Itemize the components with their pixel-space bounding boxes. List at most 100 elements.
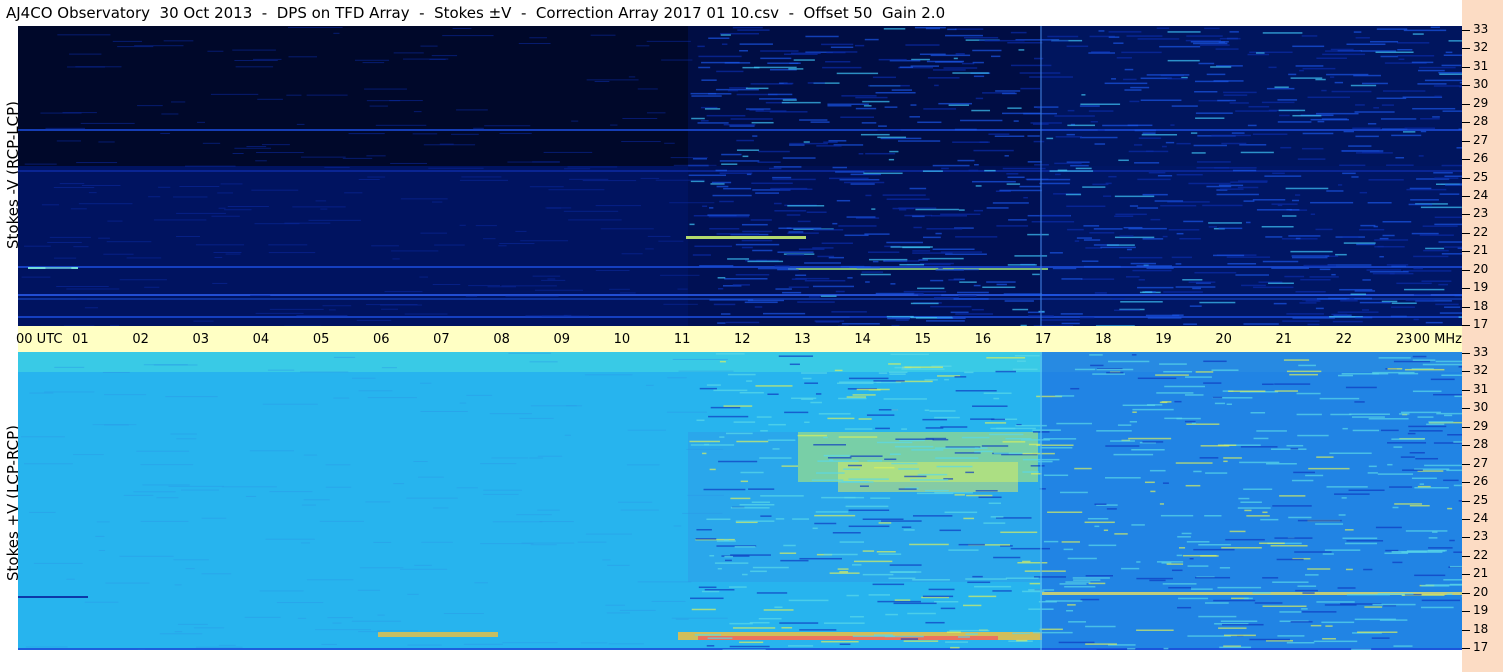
frequency-tick-label: 33 — [1473, 345, 1489, 359]
spectrogram-noise — [1144, 481, 1155, 484]
spectrogram-noise — [744, 301, 778, 304]
spectrogram-noise — [1337, 374, 1353, 377]
spectrogram-noise — [1301, 147, 1324, 150]
frequency-tick-label: 23 — [1473, 206, 1489, 221]
spectrogram-noise — [1108, 36, 1120, 38]
spectrogram-noise — [968, 595, 997, 598]
spectrogram-noise — [1261, 225, 1294, 228]
spectrogram-noise — [647, 235, 671, 237]
spectrogram-noise — [1405, 299, 1435, 301]
spectrogram-noise — [1271, 448, 1307, 450]
spectrogram-noise — [1395, 157, 1405, 159]
spectrogram-noise — [1027, 135, 1040, 137]
spectrogram-noise — [694, 634, 722, 636]
spectrogram-noise — [813, 444, 846, 446]
spectrogram-noise — [774, 265, 790, 267]
spectrogram-noise — [1305, 300, 1321, 302]
spectrogram-noise — [760, 495, 804, 497]
spectrogram-noise — [1273, 302, 1287, 305]
frequency-tick-mark — [1462, 140, 1470, 142]
spectrogram-noise — [698, 55, 742, 58]
spectrogram-noise — [1029, 582, 1041, 585]
spectrogram-noise — [303, 499, 330, 501]
spectrogram-noise — [367, 176, 386, 178]
spectrogram-noise — [836, 72, 879, 75]
spectrogram-noise — [709, 554, 715, 557]
spectrogram-noise — [160, 132, 170, 134]
spectrogram-noise — [1120, 301, 1163, 303]
spectrogram-noise — [1118, 159, 1129, 162]
spectrogram-noise — [706, 384, 721, 386]
spectrogram-noise — [1290, 77, 1323, 79]
spectrogram-noise — [1188, 182, 1231, 185]
spectrogram-noise — [1006, 173, 1019, 175]
spectrogram-noise — [1315, 228, 1333, 231]
spectrogram-noise — [841, 95, 877, 97]
spectrogram-noise — [669, 202, 715, 204]
spectrogram-noise — [919, 53, 946, 56]
spectrogram-noise — [365, 501, 391, 503]
spectrogram-noise — [1322, 553, 1334, 555]
spectrogram-noise — [400, 198, 448, 200]
spectrogram-noise — [637, 581, 692, 583]
spectrogram-noise — [1400, 456, 1415, 458]
spectrogram-noise — [984, 169, 996, 172]
spectrogram-noise — [958, 636, 970, 638]
spectrogram-noise — [358, 179, 380, 181]
spectrogram-noise — [1443, 54, 1462, 56]
spectrogram-noise — [1380, 55, 1399, 58]
spectrogram-noise — [994, 135, 1025, 138]
spectrogram-noise — [1352, 127, 1381, 130]
spectrogram-noise — [1252, 199, 1286, 201]
spectrogram-noise — [901, 368, 945, 370]
spectrogram-band — [838, 462, 1018, 492]
spectrogram-noise — [245, 495, 257, 497]
spectrogram-noise — [1160, 514, 1194, 517]
spectrogram-noise — [1235, 274, 1270, 276]
spectrogram-noise — [366, 100, 401, 102]
spectrogram-noise — [1178, 597, 1209, 600]
spectrogram-noise — [296, 123, 305, 125]
spectrogram-noise — [1088, 110, 1114, 112]
spectrogram-noise — [704, 589, 735, 591]
spectrogram-noise — [741, 239, 773, 242]
frequency-tick-mark — [1462, 445, 1470, 447]
spectrogram-noise — [1204, 27, 1220, 30]
spectrogram-noise — [1137, 286, 1174, 289]
spectrogram-noise — [201, 573, 232, 575]
spectrogram-noise — [1391, 306, 1415, 308]
spectrogram-noise — [940, 607, 956, 610]
spectrogram-noise — [1443, 579, 1462, 581]
spectrogram-noise — [955, 52, 965, 55]
spectrogram-noise — [300, 156, 346, 158]
time-tick: 12 — [734, 332, 751, 347]
spectrogram-noise — [1424, 79, 1462, 82]
spectrogram-noise — [1090, 120, 1098, 123]
spectrogram-noise — [1446, 469, 1462, 472]
spectrogram-noise — [1345, 386, 1377, 389]
spectrogram-noise — [890, 571, 922, 573]
spectrogram-noise — [1149, 579, 1166, 582]
spectrogram-noise — [1262, 511, 1268, 514]
spectrogram-noise — [1211, 369, 1239, 371]
spectrogram-noise — [1353, 74, 1381, 77]
spectrogram-noise — [185, 568, 195, 570]
spectrogram-noise — [910, 302, 939, 305]
spectrogram-noise — [571, 120, 579, 122]
spectrogram-noise — [1194, 90, 1218, 93]
spectrogram-noise — [1310, 213, 1316, 216]
spectrogram-noise — [1061, 278, 1083, 280]
spectrogram-noise — [797, 301, 835, 303]
spectrogram-noise — [1046, 137, 1054, 140]
spectrogram-noise — [814, 514, 856, 517]
spectrogram-noise — [1221, 547, 1262, 549]
frequency-tick-mark — [1462, 159, 1470, 161]
frequency-tick-mark — [1462, 482, 1470, 484]
spectrogram-noise — [1177, 536, 1191, 538]
spectrogram-noise — [868, 258, 908, 261]
spectrogram-noise — [716, 233, 760, 235]
spectrogram-noise — [740, 471, 764, 474]
spectrogram-noise — [1043, 540, 1059, 543]
spectrogram-noise — [1315, 523, 1344, 525]
spectrogram-noise — [1198, 543, 1231, 546]
